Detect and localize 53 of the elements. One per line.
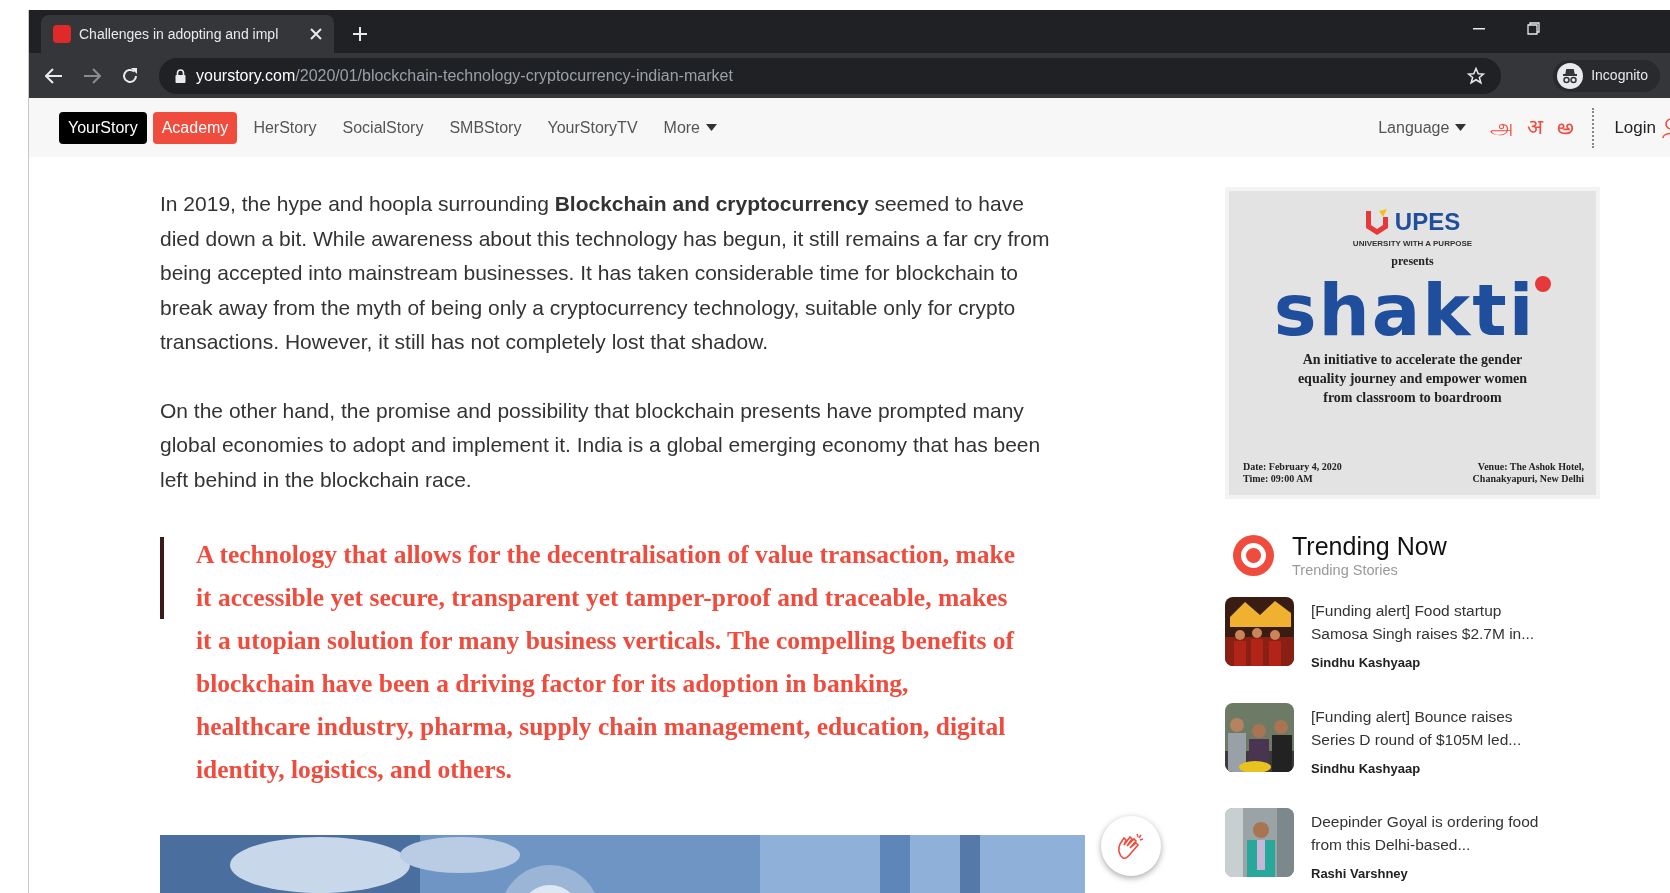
upes-logo-icon bbox=[1364, 209, 1389, 235]
close-icon[interactable] bbox=[310, 28, 322, 40]
tab-title: Challenges in adopting and impl bbox=[79, 24, 279, 44]
ad-date: Date: February 4, 2020 bbox=[1243, 461, 1342, 473]
nav-link[interactable]: HerStory bbox=[243, 115, 327, 140]
story-title-link[interactable]: [Funding alert] Food startup Samosa Singh raises $2.7M in... bbox=[1311, 599, 1543, 645]
clap-button[interactable] bbox=[1101, 816, 1161, 876]
caret-icon bbox=[1455, 124, 1467, 131]
advertisement-banner[interactable] bbox=[1225, 187, 1600, 499]
language-menu[interactable]: Language bbox=[1378, 115, 1467, 140]
ad-venue: Chanakyapuri, New Delhi bbox=[1472, 473, 1584, 485]
profile-label: Incognito bbox=[1591, 66, 1648, 85]
story-title-link[interactable]: [Funding alert] Bounce raises Series D round of $105M led... bbox=[1311, 704, 1543, 751]
caret-icon bbox=[706, 124, 717, 131]
back-icon[interactable] bbox=[45, 67, 63, 84]
site-favicon bbox=[53, 25, 71, 43]
nav-link[interactable]: SocialStory bbox=[332, 115, 434, 140]
ad-venue: Venue: The Ashok Hotel, bbox=[1477, 461, 1584, 473]
ad-time: Time: 09:00 AM bbox=[1243, 473, 1314, 485]
section-subtitle: Trending Stories bbox=[1292, 561, 1399, 579]
ad-title: shakti bbox=[1273, 270, 1536, 350]
reload-icon[interactable] bbox=[121, 66, 139, 85]
lock-icon bbox=[175, 68, 186, 83]
highlighted-nav-link[interactable]: Academy bbox=[152, 111, 238, 144]
section-title: Trending Now bbox=[1292, 531, 1447, 561]
minimize-icon[interactable] bbox=[1473, 28, 1485, 30]
restore-icon[interactable] bbox=[1527, 22, 1540, 35]
brand-logo-link[interactable]: YourStory bbox=[59, 111, 147, 144]
ad-presents: presents bbox=[1391, 253, 1434, 270]
new-tab-icon[interactable] bbox=[352, 26, 368, 42]
story-author: Sindhu Kashyaap bbox=[1311, 654, 1422, 672]
story-title-link[interactable]: Deepinder Goyal is ordering food from this Delhi-based... bbox=[1311, 810, 1543, 856]
dot-icon bbox=[1535, 276, 1552, 292]
incognito-chip[interactable]: Incognito bbox=[1553, 59, 1660, 92]
nav-link[interactable]: SMBStory bbox=[439, 115, 532, 140]
story-author: Sindhu Kashyaap bbox=[1311, 759, 1422, 778]
address-bar[interactable]: yourstory.com/2020/01/blockchain-technology-cryptocurrency-indian-market bbox=[159, 57, 1501, 94]
story-author: Rashi Varshney bbox=[1311, 865, 1409, 883]
ad-brand: UPES bbox=[1394, 210, 1461, 234]
forward-icon[interactable] bbox=[83, 67, 101, 84]
url-text: yourstory.com/2020/01/blockchain-technology-cryptocurrency-indian-market bbox=[196, 65, 733, 86]
browser-tab[interactable]: Challenges in adopting and impl bbox=[41, 15, 334, 53]
ad-description: An initiative to accelerate the gender equality journey and empower women from classroom to boardroom bbox=[1296, 351, 1529, 407]
article-paragraph: On the other hand, the promise and possibility that blockchain presents have prompted many global economies to adopt and implement it. India is a global emerging economy that has been left behind in the blockchain race. bbox=[160, 397, 1042, 493]
bookmark-star-icon[interactable] bbox=[1467, 66, 1485, 85]
nav-dropdown[interactable]: More bbox=[653, 115, 727, 140]
ad-tagline: UNIVERSITY WITH A PURPOSE bbox=[1352, 238, 1473, 250]
login-link[interactable]: Login bbox=[1614, 114, 1656, 141]
trending-icon bbox=[1233, 534, 1274, 576]
pull-quote: A technology that allows for the decentralisation of value transaction, make it accessible yet secure, transparent yet tamper-proof and traceable, makes it a utopian solution for many business verticals. The compelling benefits of blockchain have been a driving factor for its adoption in banking, healthcare industry, pharma, supply chain management, education, digital identity, logistics, and others. bbox=[196, 539, 1016, 786]
nav-link[interactable]: YourStoryTV bbox=[537, 115, 648, 140]
incognito-icon bbox=[1557, 62, 1584, 89]
article-paragraph: In 2019, the hype and hoopla surrounding Blockchain and cryptocurrency seemed to have died down a bit. While awareness about this technology has begun, it still remains a far cry from being accepted into mainstream businesses. It has taken considerable time for blockchain to break away from the myth of being only a cryptocurrency technology, suitable only for crypto transactions. However, it still has not completely lost that shadow. bbox=[160, 191, 1051, 355]
